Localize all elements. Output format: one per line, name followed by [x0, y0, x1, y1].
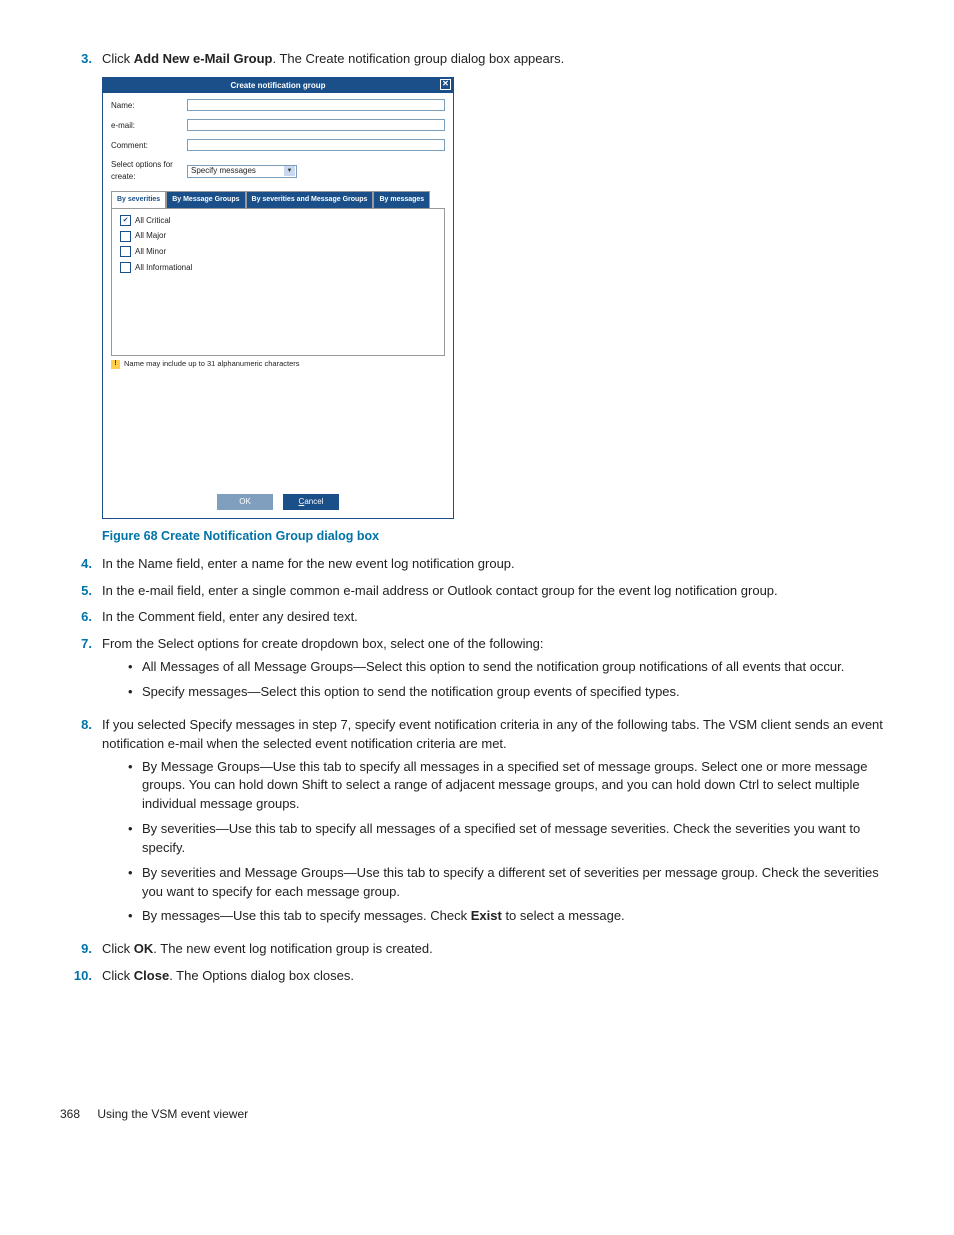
- checkbox-icon[interactable]: [120, 231, 131, 242]
- comment-label: Comment:: [111, 140, 187, 152]
- tab-by-severities-and-groups[interactable]: By severities and Message Groups: [246, 191, 374, 208]
- tab-by-message-groups[interactable]: By Message Groups: [166, 191, 245, 208]
- tabs: By severities By Message Groups By sever…: [111, 191, 445, 208]
- select-label: Select options for create:: [111, 159, 187, 182]
- create-notification-dialog: Create notification group ✕ Name: e-mail…: [102, 77, 454, 519]
- step-6: 6. In the Comment field, enter any desir…: [60, 608, 894, 627]
- hint-row: ! Name may include up to 31 alphanumeric…: [103, 356, 453, 373]
- step-3: 3. Click Add New e-Mail Group. The Creat…: [60, 50, 894, 69]
- dialog-body: Name: e-mail: Comment: Select options fo…: [103, 93, 453, 355]
- check-all-informational[interactable]: All Informational: [120, 262, 436, 274]
- page-footer: 368 Using the VSM event viewer: [60, 1106, 894, 1123]
- hint-text: Name may include up to 31 alphanumeric c…: [124, 359, 300, 370]
- page-number: 368: [60, 1107, 80, 1121]
- close-icon[interactable]: ✕: [440, 79, 451, 90]
- name-field[interactable]: [187, 99, 445, 111]
- step-text: Click Add New e-Mail Group. The Create n…: [102, 50, 894, 69]
- warning-icon: !: [111, 360, 120, 369]
- section-title: Using the VSM event viewer: [97, 1107, 248, 1121]
- select-value: Specify messages: [191, 165, 256, 177]
- chevron-down-icon: ▼: [284, 166, 295, 176]
- dialog-buttons: OK Cancel: [103, 488, 453, 518]
- email-field[interactable]: [187, 119, 445, 131]
- figure-dialog: Create notification group ✕ Name: e-mail…: [102, 77, 894, 519]
- step-10: 10. Click Close. The Options dialog box …: [60, 967, 894, 986]
- tab-by-messages[interactable]: By messages: [373, 191, 430, 208]
- select-options-dropdown[interactable]: Specify messages ▼: [187, 165, 297, 178]
- cancel-button[interactable]: Cancel: [283, 494, 339, 510]
- step-4: 4. In the Name field, enter a name for t…: [60, 555, 894, 574]
- email-label: e-mail:: [111, 120, 187, 132]
- check-all-major[interactable]: All Major: [120, 230, 436, 242]
- tab-by-severities[interactable]: By severities: [111, 191, 166, 208]
- dialog-title-text: Create notification group: [230, 81, 325, 90]
- ok-button[interactable]: OK: [217, 494, 273, 510]
- check-all-minor[interactable]: All Minor: [120, 246, 436, 258]
- tab-pane: ✔ All Critical All Major All Minor All I…: [111, 208, 445, 356]
- check-all-critical[interactable]: ✔ All Critical: [120, 215, 436, 227]
- step-number: 3.: [60, 50, 102, 69]
- step-5: 5. In the e-mail field, enter a single c…: [60, 582, 894, 601]
- comment-field[interactable]: [187, 139, 445, 151]
- checkbox-icon[interactable]: [120, 262, 131, 273]
- step-9: 9. Click OK. The new event log notificat…: [60, 940, 894, 959]
- step-7: 7. From the Select options for create dr…: [60, 635, 894, 708]
- checkbox-icon[interactable]: ✔: [120, 215, 131, 226]
- dialog-titlebar: Create notification group ✕: [103, 78, 453, 94]
- name-label: Name:: [111, 100, 187, 112]
- figure-caption: Figure 68 Create Notification Group dial…: [102, 527, 894, 545]
- step-8: 8. If you selected Specify messages in s…: [60, 716, 894, 932]
- checkbox-icon[interactable]: [120, 246, 131, 257]
